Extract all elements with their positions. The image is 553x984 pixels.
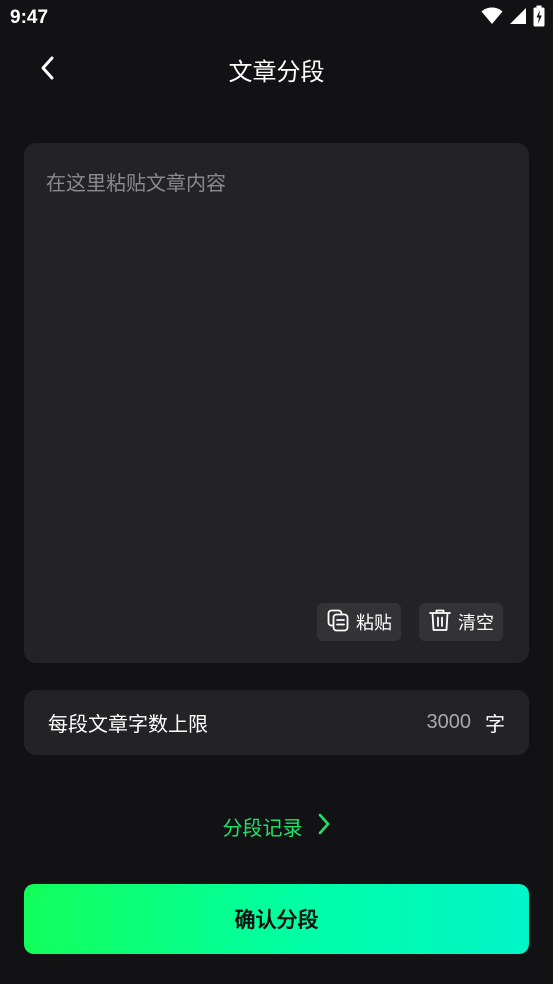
clear-label: 清空 (458, 613, 494, 634)
confirm-segment-button[interactable]: 确认分段 (24, 884, 529, 954)
paste-button[interactable]: 粘贴 (317, 603, 401, 641)
wifi-icon (481, 7, 503, 29)
paste-label: 粘贴 (356, 613, 392, 634)
segment-history-link[interactable]: 分段记录 (0, 812, 553, 841)
page-title: 文章分段 (228, 58, 325, 86)
segment-limit-row[interactable]: 每段文章字数上限 3000 字 (24, 690, 529, 755)
segment-history-label: 分段记录 (222, 816, 303, 840)
article-input[interactable] (24, 143, 529, 663)
top-bar: 文章分段 (0, 40, 553, 100)
status-icons (481, 5, 545, 31)
editor-actions: 粘贴 清空 (317, 603, 503, 641)
segment-limit-label: 每段文章字数上限 (48, 712, 208, 736)
status-time: 9:47 (10, 7, 49, 28)
clear-button[interactable]: 清空 (419, 603, 503, 641)
chevron-right-icon (317, 813, 331, 840)
segment-limit-unit: 字 (485, 712, 505, 736)
confirm-segment-label: 确认分段 (234, 908, 319, 932)
paste-icon (326, 608, 350, 637)
status-bar: 9:47 (0, 0, 553, 38)
signal-icon (509, 7, 527, 29)
trash-icon (428, 608, 452, 637)
article-editor: 粘贴 清空 (24, 143, 529, 663)
battery-icon (533, 5, 545, 31)
segment-limit-value[interactable]: 3000 (427, 711, 472, 734)
